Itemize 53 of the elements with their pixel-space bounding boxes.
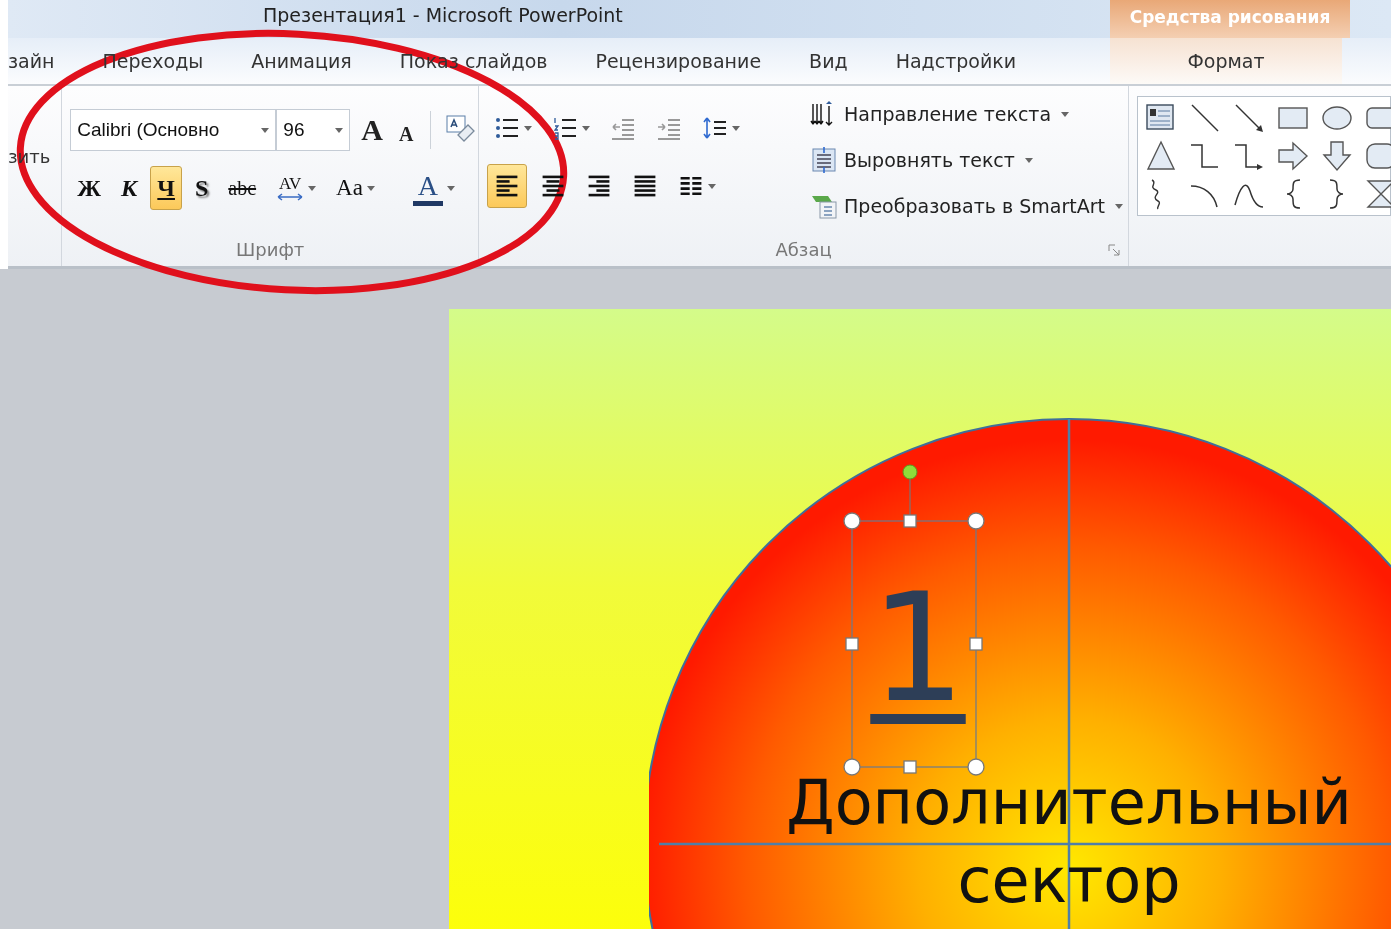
convert-smartart-button[interactable]: Преобразовать в SmartArt [805,186,1128,226]
caret-icon [1024,157,1033,163]
window-title: Презентация1 - Microsoft PowerPoint [263,4,623,26]
dialog-launcher-icon[interactable] [1108,244,1120,256]
ribbon-tab[interactable]: Рецензирование [571,38,786,84]
shrink-font-button[interactable]: A [394,110,419,150]
double-arrow-icon [276,193,305,201]
caret-icon [524,125,533,131]
shapes-gallery[interactable] [1137,96,1391,216]
down-arrow-icon[interactable] [1320,139,1354,173]
underline-button[interactable]: Ч [150,166,182,210]
shadow-button[interactable]: S [187,166,216,210]
caret-icon [732,125,741,131]
align-text-button[interactable]: Выровнять текст [805,140,1128,180]
caret-icon [308,185,317,191]
line-spacing-icon [702,115,729,141]
ribbon-tab[interactable]: зайн [8,38,79,84]
font-size-field[interactable]: 96 [276,109,351,151]
align-text-icon [810,146,839,174]
ribbon-tab[interactable]: Переходы [78,38,228,84]
ribbon-tab[interactable]: Анимация [227,38,376,84]
hourglass-icon[interactable] [1364,177,1391,211]
slide-number-text: 1 [870,573,966,723]
font-name-field[interactable]: Calibri (Основно [70,109,277,151]
ribbon-tab[interactable]: Вид [785,38,872,84]
caret-icon [1115,203,1123,209]
caret-icon [708,183,717,189]
right-arrow-icon[interactable] [1276,139,1310,173]
arrow-icon[interactable] [1232,101,1266,135]
ribbon-tab[interactable]: Надстройки [871,38,1041,84]
caret-icon [261,127,270,133]
triangle-icon[interactable] [1144,139,1178,173]
caret-icon [582,125,591,131]
group-label: Шрифт [235,239,306,260]
ribbon-tab[interactable]: Формат [1110,38,1342,84]
numbered-list-icon [552,115,579,141]
color-bar-icon [412,200,443,206]
text-direction-button[interactable]: Направление текста [805,94,1128,134]
group-label: Абзац [774,239,833,260]
character-spacing-button[interactable]: AV [269,166,324,210]
font-color-button[interactable]: A [405,166,462,210]
strikethrough-button[interactable]: abc [221,166,264,210]
contextual-tab-header: Средства рисования [1110,0,1350,38]
caret-icon [1061,111,1070,117]
bold-button[interactable]: Ж [70,166,109,210]
bullet-list-icon [494,115,521,141]
italic-button[interactable]: К [114,166,145,210]
change-case-button[interactable]: Aa [329,166,382,210]
caret-icon [335,127,344,133]
grow-font-button[interactable]: A [356,110,388,150]
align-left-button[interactable] [487,164,528,208]
caret-icon [366,185,375,191]
caret-icon [446,185,455,191]
